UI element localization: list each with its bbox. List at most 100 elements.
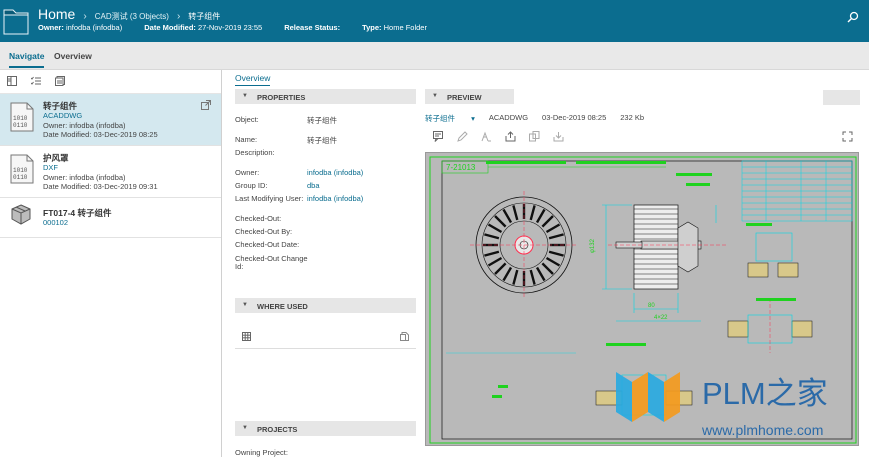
share-icon[interactable] — [505, 131, 516, 142]
rotor-slot — [545, 256, 561, 267]
projects-title: PROJECTS — [257, 425, 298, 434]
checked-out-by-label: Checked-Out By: — [235, 227, 293, 236]
rotor-slot — [487, 256, 503, 267]
watermark-brand: PLM之家 — [702, 376, 828, 411]
object-label: Object: — [235, 115, 259, 124]
navigate-panel: 1010 0110 转子组件 ACADDWG Owner: infodba (i… — [0, 70, 222, 457]
owner-label: Owner: — [235, 168, 260, 177]
header-bar: Home › CAD测试 (3 Objects) › 转子组件 Owner: i… — [0, 0, 869, 42]
rotor-slot — [512, 269, 519, 285]
compare-icon[interactable] — [529, 131, 540, 142]
where-used-toolbar — [235, 323, 416, 349]
primary-tabs: Navigate Overview — [0, 42, 869, 70]
breadcrumb-folder[interactable]: CAD测试 (3 Objects) — [95, 11, 169, 22]
owning-project-label: Owning Project: — [235, 448, 288, 457]
breadcrumb-current[interactable]: 转子组件 — [188, 11, 220, 22]
object-value: 转子组件 — [307, 116, 337, 125]
svg-text:1010: 1010 — [13, 167, 28, 174]
checked-out-change-label: Checked-Out Change — [235, 254, 308, 263]
svg-text:1010: 1010 — [13, 115, 28, 122]
rotor-slot — [487, 223, 503, 234]
where-used-title: WHERE USED — [257, 302, 308, 311]
binary-file-icon: 1010 0110 — [10, 154, 34, 184]
rotor-slot — [484, 233, 500, 240]
checked-out-change-label-2: Id: — [235, 262, 244, 271]
list-view-icon[interactable] — [31, 76, 41, 86]
rotor-slot — [512, 205, 519, 221]
rotor-slot — [535, 266, 546, 282]
rotor-slot — [535, 208, 546, 224]
rotor-slot — [494, 215, 507, 228]
list-toolbar — [0, 70, 221, 94]
name-value: 转子组件 — [307, 136, 337, 145]
item-owner: Owner: infodba (infodba) — [43, 121, 126, 130]
shaft-assembly — [608, 204, 726, 290]
group-label: Group ID: — [235, 181, 268, 190]
tab-navigate[interactable]: Navigate — [9, 51, 45, 68]
name-label: Name: — [235, 135, 258, 144]
rotor-slot — [529, 269, 536, 285]
split-view-icon[interactable] — [7, 76, 17, 86]
breadcrumb: Home › CAD测试 (3 Objects) › 转子组件 — [38, 6, 220, 22]
chevron-right-icon: › — [176, 11, 181, 22]
last-modifying-user-label: Last Modifying User: — [235, 194, 304, 203]
plmhome-watermark: PLM之家 www.plmhome.com — [616, 372, 828, 438]
checked-out-date-label: Checked-Out Date: — [235, 240, 300, 249]
chevron-right-icon: › — [83, 11, 87, 22]
item-type: DXF — [43, 163, 58, 172]
owner-link[interactable]: infodba (infodba) — [307, 168, 363, 177]
search-icon[interactable] — [847, 11, 859, 23]
rotor-slot — [529, 205, 536, 221]
owner-value: infodba (infodba) — [65, 23, 123, 32]
file-name: 转子组件 — [425, 114, 455, 123]
last-modifying-user-link[interactable]: infodba (infodba) — [307, 194, 363, 203]
description-label: Description: — [235, 148, 275, 157]
modified-value: 27-Nov-2019 23:55 — [198, 23, 263, 32]
markup-icon[interactable] — [433, 131, 444, 142]
rotor-slot — [541, 262, 554, 275]
dim-label: 4×22 — [654, 315, 668, 321]
rotor-slot — [484, 250, 500, 257]
release-label: Release Status: — [284, 23, 341, 32]
file-selector[interactable]: 转子组件 ▾ — [425, 113, 475, 125]
drawing-number: 7-21013 — [446, 163, 476, 172]
rotor-slot — [545, 223, 561, 234]
tab-overview[interactable]: Overview — [54, 51, 92, 61]
preview-header-action[interactable] — [823, 90, 860, 105]
dim-label: 80 — [648, 303, 655, 309]
rotor-slot — [541, 215, 554, 228]
breadcrumb-home[interactable]: Home — [38, 6, 75, 22]
table-view-icon[interactable] — [55, 76, 65, 86]
dim-label: φ132 — [590, 238, 596, 253]
tab-overview-content[interactable]: Overview — [235, 73, 271, 86]
preview-section-header[interactable]: PREVIEW — [425, 89, 514, 104]
preview-title: PREVIEW — [447, 93, 482, 102]
highlighter-icon[interactable] — [481, 131, 492, 142]
item-type: 000102 — [43, 218, 69, 227]
binary-file-icon: 1010 0110 — [10, 102, 34, 132]
group-link[interactable]: dba — [307, 181, 320, 190]
download-icon[interactable] — [553, 131, 564, 142]
properties-title: PROPERTIES — [257, 93, 306, 102]
item-date: Date Modified: 03-Dec-2019 08:25 — [43, 130, 158, 139]
open-external-icon[interactable] — [201, 100, 211, 110]
rotor-disc — [470, 191, 578, 299]
list-item[interactable]: 1010 0110 护风罩 DXF Owner: infodba (infodb… — [0, 146, 221, 198]
list-item[interactable]: FT017-4 转子组件 000102 — [0, 198, 221, 238]
folder-icon — [3, 9, 29, 35]
pencil-icon[interactable] — [457, 131, 468, 142]
item-type: ACADDWG — [43, 111, 83, 120]
projects-section-header[interactable]: PROJECTS — [235, 421, 416, 436]
rotor-slot — [502, 266, 513, 282]
item-owner: Owner: infodba (infodba) — [43, 173, 126, 182]
rotor-slot — [548, 250, 564, 257]
type-label: Type: — [362, 23, 382, 32]
watermark-url: www.plmhome.com — [701, 422, 823, 438]
list-item[interactable]: 1010 0110 转子组件 ACADDWG Owner: infodba (i… — [0, 94, 221, 146]
properties-section-header[interactable]: PROPERTIES — [235, 89, 416, 104]
checked-out-label: Checked-Out: — [235, 214, 282, 223]
fullscreen-icon[interactable] — [842, 131, 853, 142]
copy-icon[interactable] — [400, 332, 409, 341]
where-used-section-header[interactable]: WHERE USED — [235, 298, 416, 313]
grid-view-icon[interactable] — [242, 332, 251, 341]
